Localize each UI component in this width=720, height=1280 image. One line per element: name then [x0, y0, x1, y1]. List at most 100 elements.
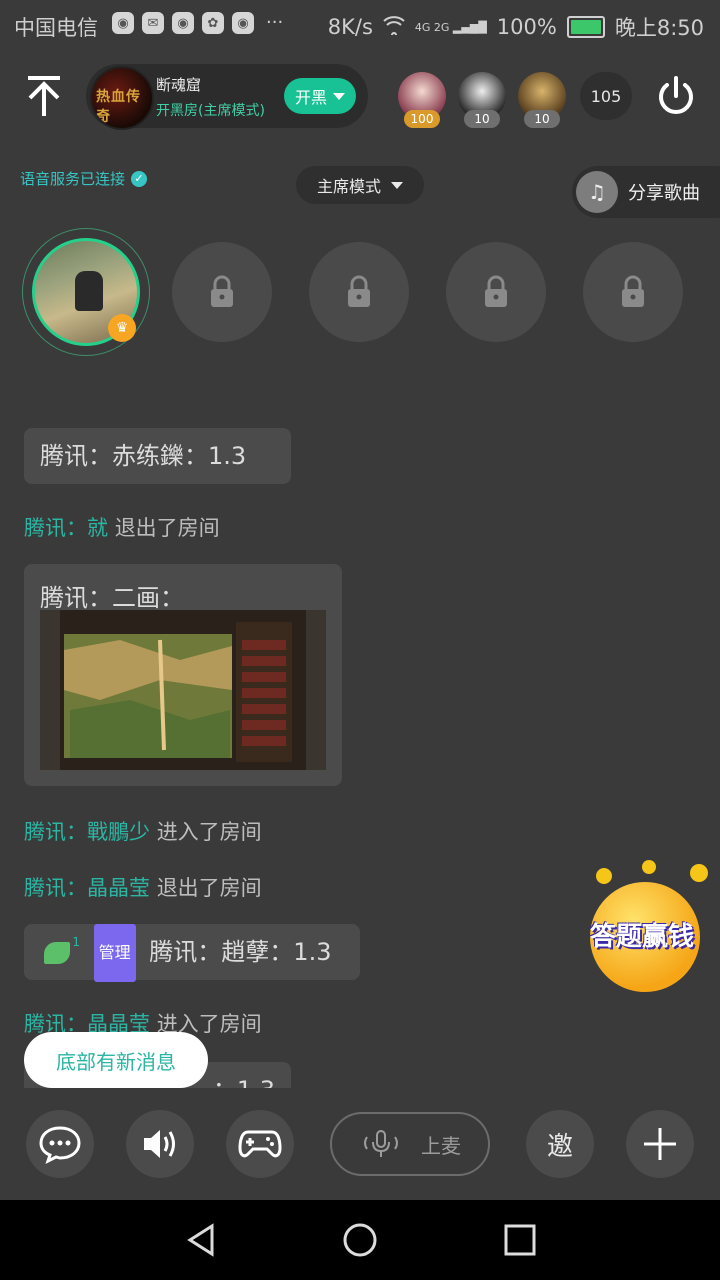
room-logo-text: 热血传奇 [96, 89, 141, 125]
lock-icon [622, 275, 644, 307]
exit-button[interactable] [652, 72, 700, 120]
message-user[interactable]: 晶晶莹 [87, 876, 150, 900]
crown-icon: ♛ [108, 314, 136, 342]
microphone-icon [364, 1130, 398, 1157]
chat-image-message: 腾讯：二画： [24, 564, 342, 786]
clock: 晚上8:50 [614, 16, 704, 40]
message-source-tag: 腾讯： [24, 820, 87, 844]
audience-level-badge: 10 [524, 110, 560, 128]
game-map-image [40, 610, 326, 770]
message-action: 退出了房间 [114, 516, 220, 540]
chat-message-text: 腾讯：二画： [40, 584, 184, 612]
wechat-icon: ✉ [142, 12, 164, 34]
coin-small-icon [596, 868, 612, 884]
room-info[interactable]: 热血传奇 断魂窟 开黑房(主席模式) 开黑 [86, 64, 368, 130]
chat-message: 腾讯：赤练鑠：1.3 [24, 428, 291, 484]
lock-icon [211, 275, 233, 307]
speaker-icon [144, 1130, 175, 1158]
share-song-button[interactable]: ♫ 分享歌曲 [572, 166, 720, 218]
room-name: 断魂窟 [156, 76, 202, 94]
message-user[interactable]: 戰鵬少 [87, 820, 150, 844]
mode-selector[interactable]: 主席模式 [296, 166, 424, 204]
chat-message-text: 腾讯：赤练鑠：1.3 [40, 442, 247, 470]
system-navigation-bar [0, 1200, 720, 1280]
status-right: 8K/s 4G 2G ▂▄▆█ 100% 晚上8:50 [328, 12, 704, 42]
chat-message-text: 腾讯：趙孽：1.3 [149, 938, 332, 966]
join-mic-label: 上麦 [421, 1133, 461, 1158]
chevron-down-icon [391, 181, 403, 189]
share-song-label: 分享歌曲 [628, 183, 700, 204]
network-type: 4G 2G [414, 20, 450, 34]
signal-icon: 4G 2G ▂▄▆█ [414, 20, 487, 34]
audience-avatar-3[interactable]: 10 [518, 72, 566, 128]
seat-locked-4[interactable] [583, 242, 683, 342]
audience-level-badge: 10 [464, 110, 500, 128]
status-bar: 中国电信 ◉ ✉ ◉ ✿ ◉ ··· 8K/s 4G 2G ▂▄▆█ 100% … [0, 0, 720, 48]
host-figure [75, 271, 103, 311]
check-icon: ✓ [131, 170, 148, 187]
message-source-tag: 腾讯： [24, 516, 87, 540]
system-message: 腾讯：就 退出了房间 [24, 512, 220, 542]
message-user[interactable]: 就 [87, 516, 108, 540]
seat-locked-2[interactable] [309, 242, 409, 342]
gamepad-icon [238, 1130, 282, 1158]
carrier-label: 中国电信 [14, 16, 98, 40]
user-level: 1 [72, 935, 80, 949]
chat-message-text: ：1.3 [213, 1076, 275, 1088]
system-message: 腾讯：戰鵬少 进入了房间 [24, 816, 262, 846]
battery-percent: 100% [496, 15, 557, 39]
level-leaf-icon: 1 [44, 935, 80, 964]
voice-status-label: 语音服务已连接 [20, 170, 126, 188]
quiz-promo-badge[interactable]: 答题赢钱 [566, 860, 712, 1000]
chat-message-admin: 1 管理 腾讯：趙孽：1.3 [24, 924, 360, 982]
notification-icons: ◉ ✉ ◉ ✿ ◉ ··· [112, 12, 283, 34]
promo-label: 答题赢钱 [589, 922, 694, 952]
lock-icon [485, 275, 507, 307]
seat-locked-3[interactable] [446, 242, 546, 342]
home-circle-icon[interactable] [342, 1222, 378, 1258]
audience-level-badge: 100 [404, 110, 440, 128]
chat-image[interactable] [40, 610, 326, 770]
seat-locked-1[interactable] [172, 242, 272, 342]
coin-small-icon [642, 860, 656, 874]
power-icon [659, 76, 693, 114]
message-action: 退出了房间 [156, 876, 262, 900]
scroll-top-button[interactable] [22, 72, 66, 120]
room-mode-button[interactable]: 开黑 [284, 78, 356, 114]
audience-avatar-1[interactable]: 100 [398, 72, 446, 128]
room-avatar: 热血传奇 [90, 66, 154, 130]
invite-label: 邀 [546, 1131, 573, 1162]
recents-square-icon[interactable] [502, 1222, 538, 1258]
voice-status: 语音服务已连接 ✓ [20, 168, 148, 189]
music-note-icon: ♫ [576, 171, 618, 213]
more-button[interactable] [626, 1110, 694, 1178]
join-mic-button[interactable]: 上麦 [330, 1112, 490, 1176]
battery-icon [566, 16, 605, 38]
chevron-down-icon [333, 92, 345, 100]
net-speed: 8K/s [327, 15, 373, 39]
back-triangle-icon[interactable] [184, 1222, 220, 1258]
plus-icon [644, 1128, 676, 1160]
weibo-icon-2: ◉ [172, 12, 194, 34]
baidu-icon: ✿ [202, 12, 224, 34]
more-notifications-icon: ··· [266, 12, 284, 33]
weibo-icon: ◉ [112, 12, 134, 34]
game-button[interactable] [226, 1110, 294, 1178]
chat-bubble-icon [39, 1126, 81, 1164]
invite-button[interactable]: 邀 [526, 1110, 594, 1178]
system-message: 腾讯：晶晶莹 退出了房间 [24, 872, 262, 902]
arrow-up-icon [28, 76, 60, 116]
audience-count[interactable]: 105 [580, 72, 632, 120]
coin-small-icon [690, 864, 708, 882]
room-subtitle: 开黑房(主席模式) [156, 103, 265, 119]
mode-label: 主席模式 [316, 177, 381, 196]
audience-avatar-2[interactable]: 10 [458, 72, 506, 128]
weibo-icon-3: ◉ [232, 12, 254, 34]
admin-badge: 管理 [93, 924, 136, 982]
chat-button[interactable] [26, 1110, 94, 1178]
lock-icon [348, 275, 370, 307]
speaker-button[interactable] [126, 1110, 194, 1178]
room-mode-label: 开黑 [294, 88, 327, 107]
new-message-toast[interactable]: 底部有新消息 [24, 1032, 208, 1088]
wifi-icon [383, 15, 405, 40]
